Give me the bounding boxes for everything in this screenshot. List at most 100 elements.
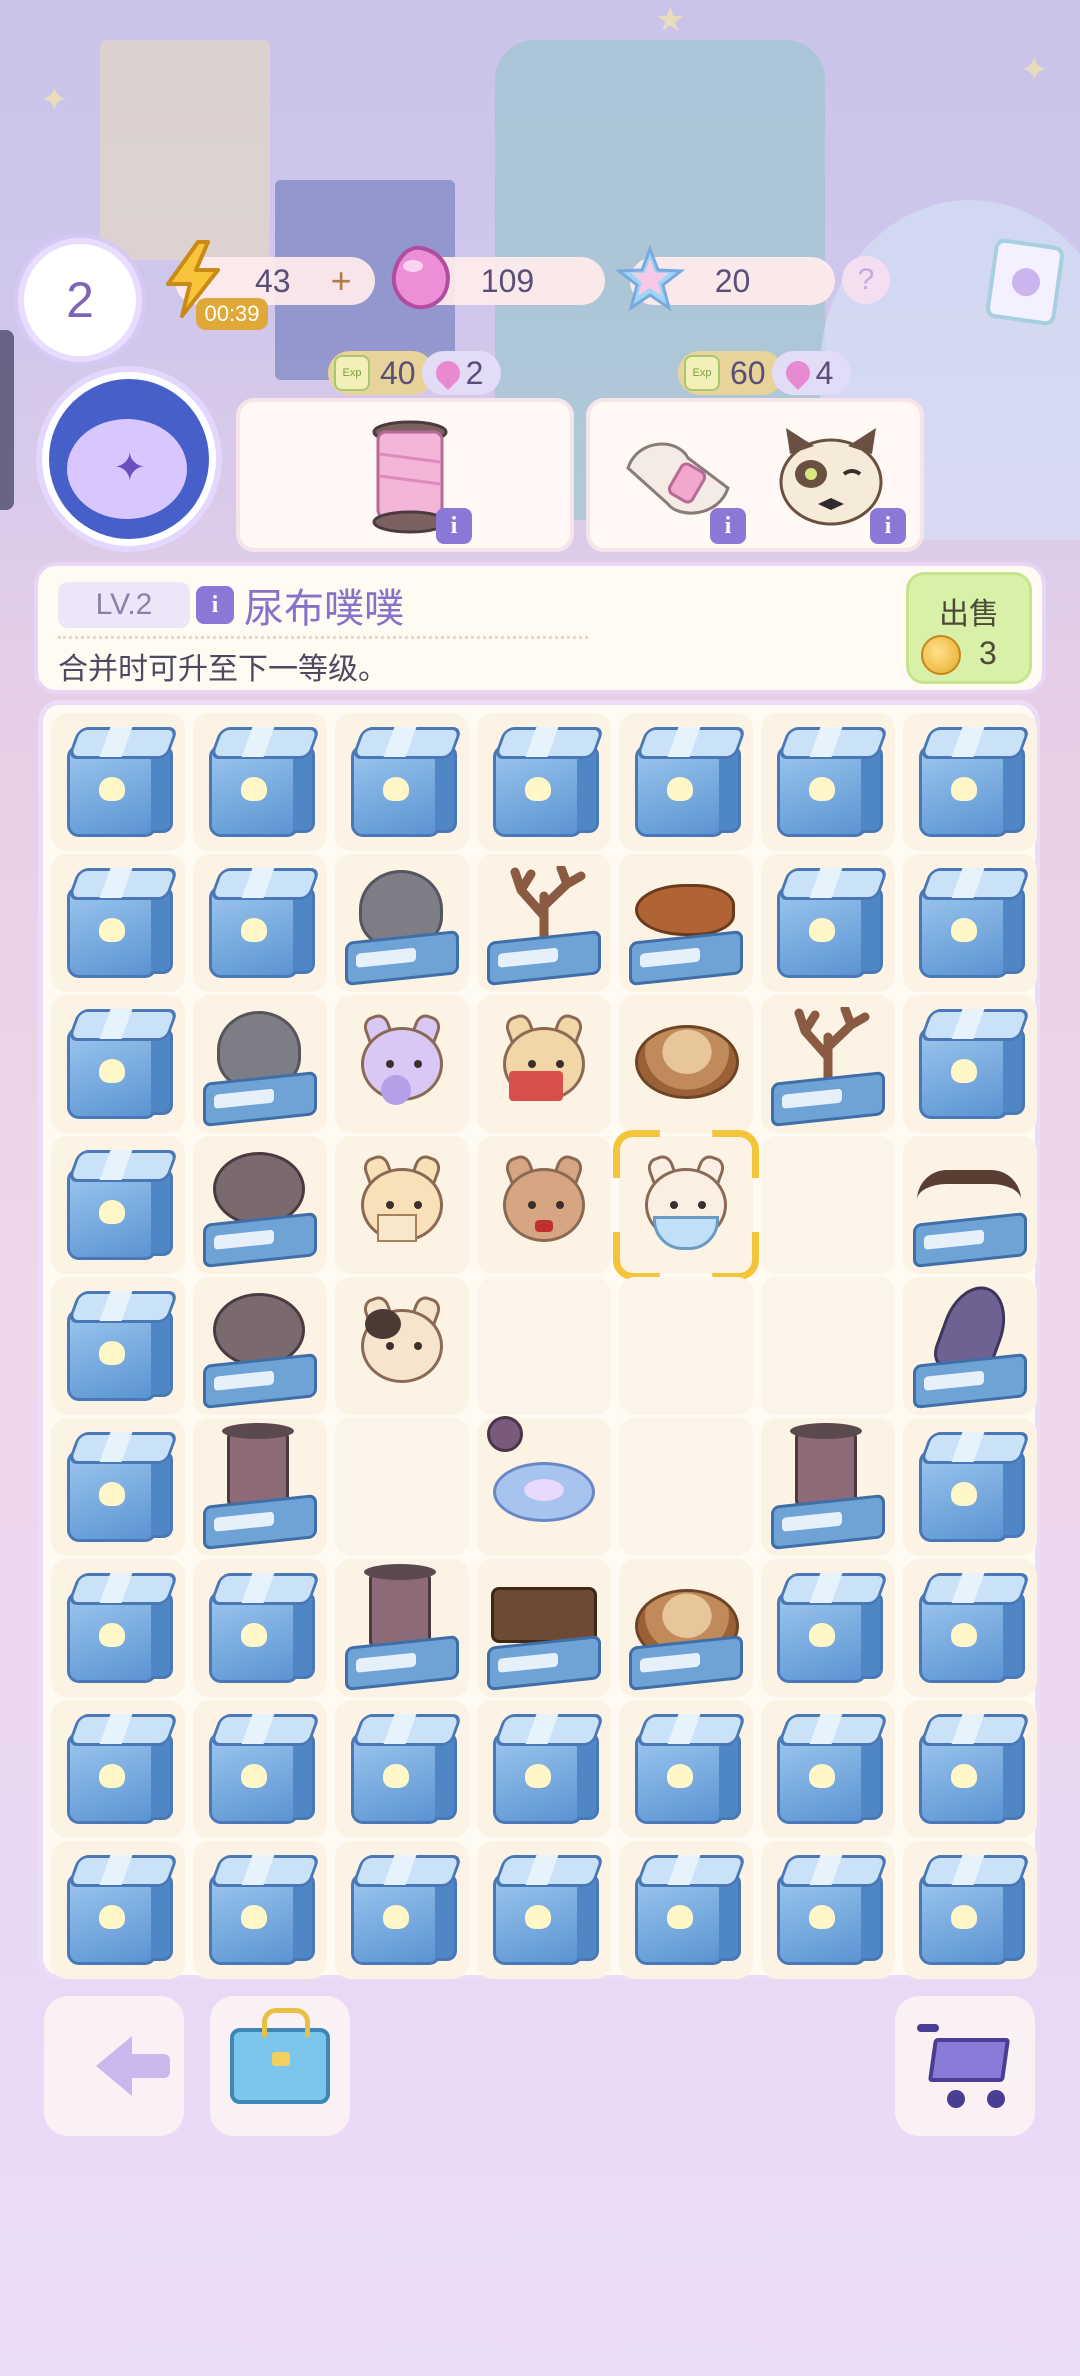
mystery-crate-icon (201, 1851, 321, 1969)
board-cell-cat-purple-hood[interactable] (335, 995, 469, 1133)
board-cell-empty[interactable] (619, 1277, 753, 1415)
order-2-item1-info-icon[interactable]: i (710, 508, 746, 544)
item-name: 尿布噗噗 (244, 586, 404, 632)
board-cell-stone-basket[interactable] (193, 995, 327, 1133)
mystery-crate-icon (59, 1569, 179, 1687)
board-cell-crate[interactable] (903, 1418, 1037, 1556)
mystery-crate-icon (59, 1005, 179, 1123)
wood-log-icon (635, 1025, 739, 1099)
board-cell-cat-letter[interactable] (335, 1136, 469, 1274)
board-cell-crate[interactable] (193, 1841, 327, 1979)
board-cell-crate[interactable] (903, 1559, 1037, 1697)
order-2-gem-reward: 4 (771, 351, 852, 395)
board-cell-crate[interactable] (51, 1700, 185, 1838)
board-cell-crate[interactable] (761, 1700, 895, 1838)
collection-book-button[interactable] (984, 237, 1066, 327)
energy-bottle-button[interactable] (36, 366, 222, 552)
board-cell-crate[interactable] (903, 854, 1037, 992)
pink-gem-icon (780, 356, 815, 390)
board-cell-hamster-diaper[interactable] (619, 1136, 753, 1274)
board-cell-crate[interactable] (335, 1700, 469, 1838)
diaper-hamster-icon (631, 1150, 741, 1260)
twig-icon (917, 1170, 1021, 1214)
star-decoration-icon: ✦ (40, 80, 69, 120)
board-cell-crate[interactable] (51, 1136, 185, 1274)
star-decoration-icon: ★ (655, 0, 686, 40)
board-cell-empty[interactable] (761, 1277, 895, 1415)
storage-basket-icon (629, 930, 743, 986)
board-cell-log-basket[interactable] (619, 1559, 753, 1697)
board-cell-crate[interactable] (335, 713, 469, 851)
shop-button[interactable] (895, 1996, 1035, 2136)
board-cell-yarn-basket[interactable] (193, 1136, 327, 1274)
board-cell-stone-basket[interactable] (335, 854, 469, 992)
board-cell-crate[interactable] (51, 1841, 185, 1979)
board-cell-coral-basket[interactable] (477, 854, 611, 992)
toolbox-button[interactable] (210, 1996, 350, 2136)
board-cell-empty[interactable] (619, 1418, 753, 1556)
mystery-crate-icon (59, 1428, 179, 1546)
board-cell-coral-basket[interactable] (761, 995, 895, 1133)
back-button[interactable] (44, 1996, 184, 2136)
help-button[interactable]: ? (842, 256, 890, 304)
order-1-item-info-icon[interactable]: i (436, 508, 472, 544)
board-cell-empty[interactable] (761, 1136, 895, 1274)
board-cell-wood-log[interactable] (619, 995, 753, 1133)
brown-cat-icon (489, 1150, 599, 1260)
divider (58, 636, 588, 639)
order-card-2[interactable]: i i (586, 398, 924, 552)
sell-button[interactable]: 出售 3 (906, 572, 1032, 684)
rainbow-star-icon (615, 245, 685, 312)
side-drawer-tab[interactable] (0, 330, 14, 510)
board-cell-crate[interactable] (477, 1841, 611, 1979)
board-cell-crate[interactable] (903, 1700, 1037, 1838)
board-cell-empty[interactable] (335, 1418, 469, 1556)
board-cell-crate[interactable] (193, 1559, 327, 1697)
board-cell-crate[interactable] (193, 854, 327, 992)
item-info-icon[interactable]: i (196, 586, 234, 624)
board-cell-fish-basket[interactable] (619, 854, 753, 992)
board-cell-crate[interactable] (51, 1418, 185, 1556)
board-cell-spool-basket[interactable] (761, 1418, 895, 1556)
board-cell-crate[interactable] (51, 995, 185, 1133)
board-cell-choco-basket[interactable] (477, 1559, 611, 1697)
board-cell-yarn-basket[interactable] (193, 1277, 327, 1415)
board-cell-crate[interactable] (761, 1559, 895, 1697)
board-cell-crate[interactable] (619, 1700, 753, 1838)
board-cell-twig-basket[interactable] (903, 1136, 1037, 1274)
mystery-crate-icon (201, 1569, 321, 1687)
board-cell-crate[interactable] (619, 713, 753, 851)
board-cell-crate[interactable] (51, 1277, 185, 1415)
board-cell-crate[interactable] (903, 995, 1037, 1133)
player-level-badge[interactable]: 2 (18, 238, 142, 362)
board-cell-spool-basket[interactable] (335, 1559, 469, 1697)
board-cell-crate[interactable] (51, 1559, 185, 1697)
add-energy-button[interactable]: + (331, 260, 352, 302)
board-grid (51, 713, 1037, 1979)
order-card-1[interactable]: i (236, 398, 574, 552)
board-cell-crate[interactable] (761, 1841, 895, 1979)
board-cell-crate[interactable] (335, 1841, 469, 1979)
board-cell-pillow-medal[interactable] (477, 1416, 611, 1556)
board-cell-crate[interactable] (619, 1841, 753, 1979)
board-cell-empty[interactable] (477, 1277, 611, 1415)
board-cell-crate[interactable] (193, 713, 327, 851)
board-cell-crate[interactable] (761, 854, 895, 992)
board-cell-cat-brown[interactable] (477, 1136, 611, 1274)
board-cell-crate[interactable] (193, 1700, 327, 1838)
board-cell-crate[interactable] (903, 713, 1037, 851)
board-cell-crate[interactable] (477, 1700, 611, 1838)
board-cell-feather-basket[interactable] (903, 1277, 1037, 1415)
board-cell-crate[interactable] (761, 713, 895, 851)
mystery-crate-icon (911, 1710, 1031, 1828)
board-cell-crate[interactable] (903, 1841, 1037, 1979)
board-cell-cat-calico[interactable] (335, 1277, 469, 1415)
blue-pillow-icon (493, 1462, 595, 1522)
order-2-item2-info-icon[interactable]: i (870, 508, 906, 544)
board-cell-crate[interactable] (51, 713, 185, 851)
board-cell-hamster-book[interactable] (477, 995, 611, 1133)
board-cell-spool-basket[interactable] (193, 1418, 327, 1556)
board-cell-crate[interactable] (51, 854, 185, 992)
board-cell-crate[interactable] (477, 713, 611, 851)
storage-basket-icon (345, 1635, 459, 1691)
